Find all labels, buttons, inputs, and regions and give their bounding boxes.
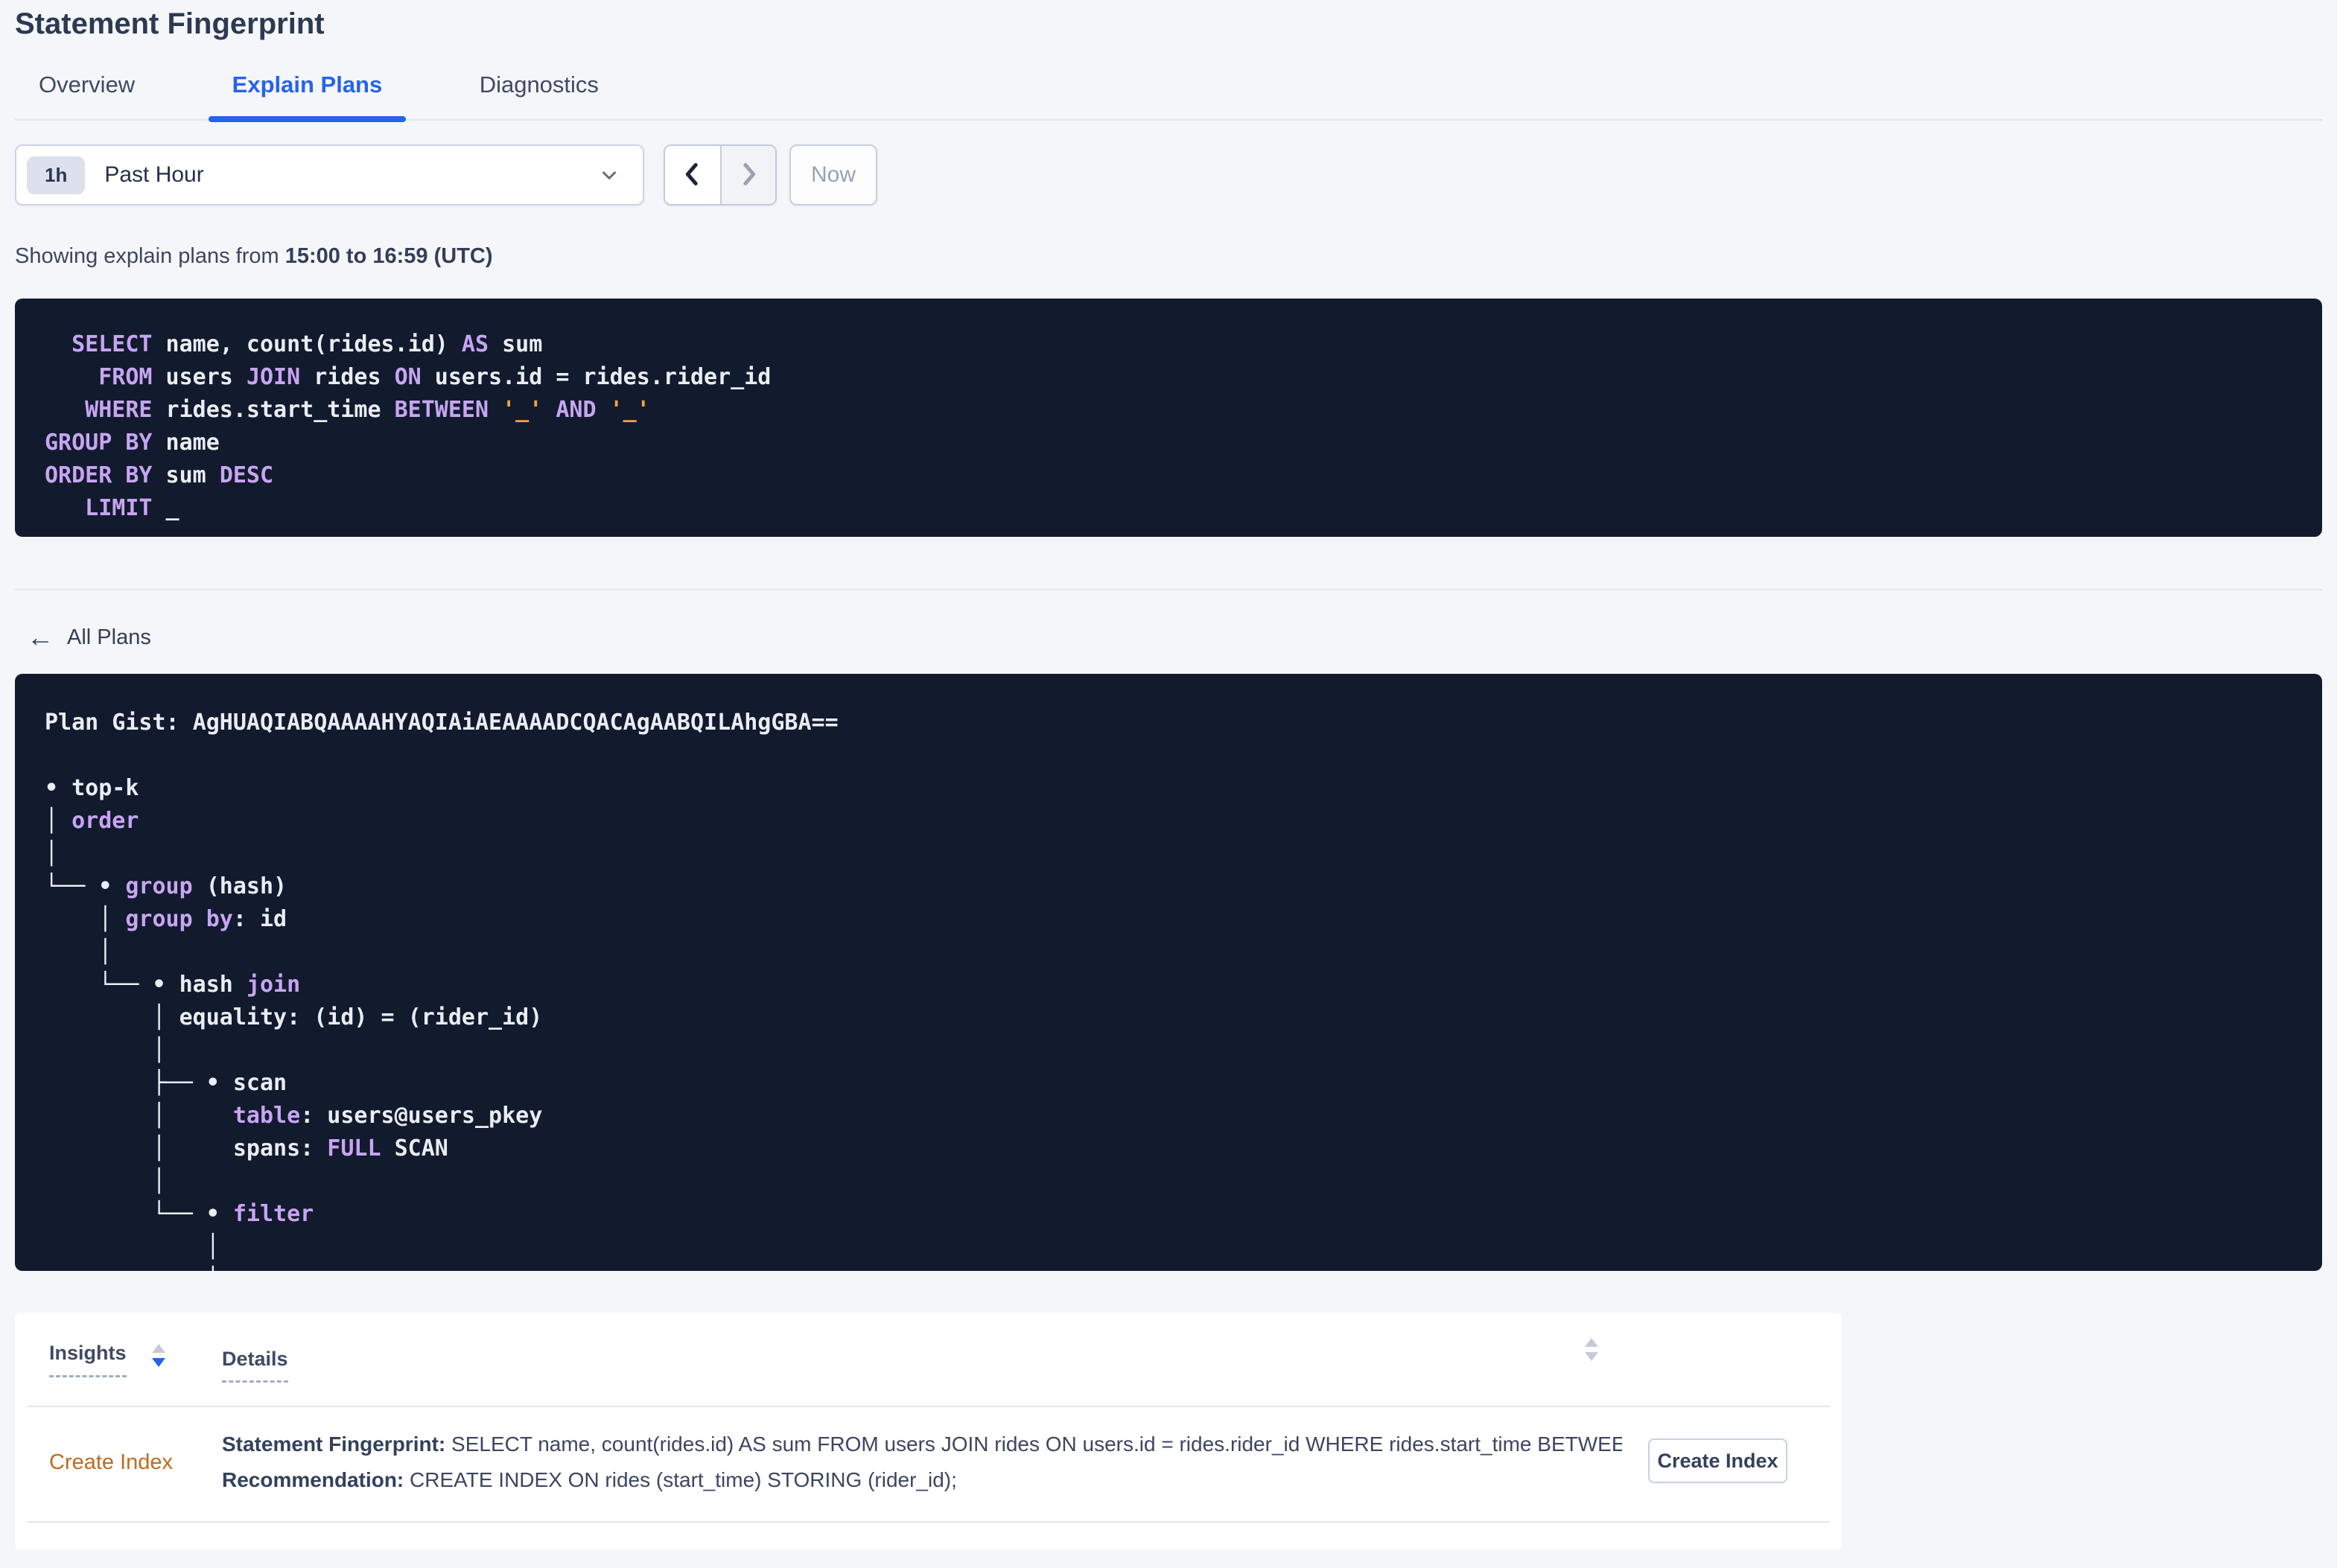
- sql-statement-box: SELECT name, count(rides.id) AS sum FROM…: [15, 299, 2322, 537]
- time-range-badge: 1h: [27, 156, 86, 194]
- fingerprint-text: SELECT name, count(rides.id) AS sum FROM…: [445, 1432, 1622, 1456]
- plan-tree: • top-k │ order │ └── • group (hash) │ grou…: [45, 775, 543, 1271]
- back-arrow-icon: ←: [27, 622, 54, 652]
- details-column-header: Details: [222, 1348, 288, 1383]
- tab-diagnostics[interactable]: Diagnostics: [456, 71, 623, 119]
- insights-column-header: Insights: [27, 1342, 222, 1377]
- recommendation-label: Recommendation:: [222, 1468, 404, 1491]
- chevron-left-icon: [678, 158, 708, 193]
- sort-desc-icon: [1585, 1352, 1598, 1361]
- showing-range: 15:00 to 16:59 (UTC): [284, 244, 493, 268]
- chevron-right-icon: [734, 158, 763, 193]
- time-pager: [664, 144, 777, 205]
- plan-gist-value: AgHUAQIABQAAAAHYAQIAiAEAAAADCQACAgAABQIL…: [192, 710, 839, 736]
- time-controls: 1h Past Hour Now: [15, 144, 2322, 205]
- previous-window-button[interactable]: [665, 146, 720, 204]
- table-row: Create Index Statement Fingerprint: SELE…: [27, 1407, 1830, 1523]
- sort-desc-icon: [151, 1358, 165, 1367]
- statement-fingerprint-line: Statement Fingerprint: SELECT name, coun…: [222, 1427, 1622, 1462]
- all-plans-link[interactable]: ← All Plans: [27, 624, 151, 651]
- time-range-select[interactable]: 1h Past Hour: [15, 144, 644, 205]
- recommendation-line: Recommendation: CREATE INDEX ON rides (s…: [222, 1462, 1622, 1498]
- page-title: Statement Fingerprint: [15, 7, 325, 40]
- sort-asc-icon: [151, 1344, 165, 1353]
- now-button[interactable]: Now: [789, 144, 877, 205]
- insights-header-label[interactable]: Insights: [49, 1342, 127, 1377]
- plan-gist-line: Plan Gist: AgHUAQIABQAAAAHYAQIAiAEAAAADC…: [45, 707, 2292, 739]
- insights-table: Insights Details Create Index Statement …: [15, 1313, 1842, 1549]
- tab-overview[interactable]: Overview: [15, 71, 159, 119]
- plan-gist-box: Plan Gist: AgHUAQIABQAAAAHYAQIAiAEAAAADC…: [15, 674, 2322, 1271]
- sort-asc-icon: [1585, 1338, 1598, 1347]
- sql-statement-code: SELECT name, count(rides.id) AS sum FROM…: [45, 331, 772, 521]
- statement-fingerprint-page: Statement Fingerprint Overview Explain P…: [0, 0, 2337, 1568]
- fingerprint-label: Statement Fingerprint:: [222, 1432, 446, 1456]
- insight-details-cell: Statement Fingerprint: SELECT name, coun…: [222, 1407, 1622, 1521]
- tab-bar: Overview Explain Plans Diagnostics: [15, 71, 2322, 122]
- section-divider: [15, 589, 2322, 590]
- plan-gist-label: Plan Gist:: [45, 710, 193, 736]
- next-window-button[interactable]: [720, 146, 775, 204]
- chevron-down-icon: [598, 164, 620, 186]
- sort-insights-icon[interactable]: [151, 1344, 165, 1367]
- showing-prefix: Showing explain plans from: [15, 244, 285, 268]
- time-range-label: Past Hour: [104, 162, 204, 187]
- recommendation-text: CREATE INDEX ON rides (start_time) STORI…: [404, 1468, 957, 1491]
- insights-table-header: Insights Details: [27, 1313, 1830, 1407]
- showing-range-text: Showing explain plans from 15:00 to 16:5…: [15, 244, 2322, 269]
- create-index-button[interactable]: Create Index: [1648, 1438, 1787, 1483]
- insight-type-link[interactable]: Create Index: [27, 1407, 222, 1521]
- details-header-label[interactable]: Details: [222, 1348, 288, 1383]
- tab-explain-plans[interactable]: Explain Plans: [208, 71, 407, 122]
- sort-details-icon[interactable]: [1585, 1338, 1598, 1361]
- all-plans-label: All Plans: [67, 625, 151, 649]
